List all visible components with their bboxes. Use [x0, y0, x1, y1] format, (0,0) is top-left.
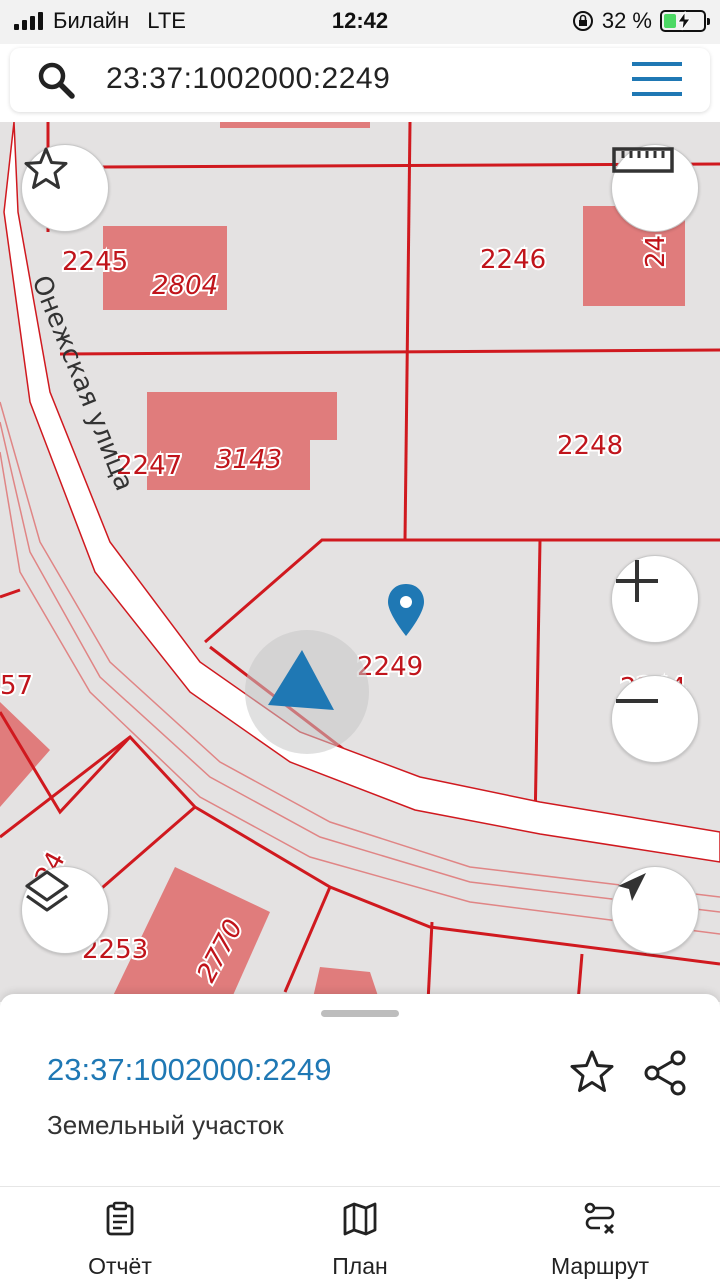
- zoom-out-button[interactable]: [611, 675, 699, 763]
- orientation-lock-icon: [572, 11, 593, 31]
- navigate-icon: [618, 873, 646, 901]
- tab-report-label: Отчёт: [88, 1253, 152, 1279]
- plot-label-2248[interactable]: 2248: [555, 429, 625, 463]
- plot-label-3143[interactable]: 3143: [214, 443, 284, 477]
- battery-icon: [660, 10, 710, 32]
- map-plan-icon: [343, 1202, 377, 1236]
- carrier-name: Билайн: [53, 8, 130, 33]
- my-location-button[interactable]: [611, 866, 699, 954]
- zoom-in-icon: [616, 560, 658, 602]
- status-left: Билайн LTE: [14, 8, 186, 34]
- search-bar[interactable]: 23:37:1002000:2249: [10, 48, 710, 112]
- plot-label-2804[interactable]: 2804: [150, 269, 220, 303]
- report-clipboard-icon: [106, 1201, 134, 1236]
- star-icon: [24, 147, 68, 189]
- route-icon: [584, 1202, 615, 1234]
- plot-label-partial-right[interactable]: 24: [639, 233, 673, 270]
- network-type: LTE: [147, 8, 186, 33]
- status-bar: Билайн LTE 12:42 32 %: [0, 0, 720, 44]
- search-input[interactable]: 23:37:1002000:2249: [106, 62, 390, 96]
- object-info-sheet[interactable]: 23:37:1002000:2249 Земельный участок: [0, 994, 720, 1186]
- cadastral-map[interactable]: 2245 2804 2246 2247 3143 2248 2249 2244 …: [0, 122, 720, 1002]
- plot-label-2245[interactable]: 2245: [60, 245, 130, 279]
- cadastral-number[interactable]: 23:37:1002000:2249: [47, 1052, 331, 1088]
- zoom-in-button[interactable]: [611, 555, 699, 643]
- share-icon[interactable]: [640, 1048, 690, 1098]
- plot-label-partial-left[interactable]: 57: [0, 669, 35, 703]
- favorite-map-button[interactable]: [21, 144, 109, 232]
- status-right: 32 %: [572, 8, 710, 34]
- ruler-icon: [612, 147, 674, 173]
- object-type: Земельный участок: [47, 1110, 284, 1140]
- tab-plan[interactable]: План: [240, 1187, 480, 1280]
- tab-plan-label: План: [332, 1253, 388, 1279]
- signal-strength-icon: [14, 12, 43, 30]
- sheet-drag-handle[interactable]: [321, 1010, 399, 1017]
- star-icon[interactable]: [568, 1048, 616, 1096]
- battery-percent: 32 %: [601, 8, 652, 33]
- layers-icon: [25, 870, 69, 912]
- plot-label-2246[interactable]: 2246: [478, 243, 548, 277]
- tab-route[interactable]: Маршрут: [480, 1187, 720, 1280]
- tab-route-label: Маршрут: [550, 1253, 650, 1279]
- ruler-button[interactable]: [611, 144, 699, 232]
- tab-report[interactable]: Отчёт: [0, 1187, 240, 1280]
- zoom-out-icon: [616, 699, 658, 703]
- location-pin-icon[interactable]: [388, 584, 424, 636]
- search-icon[interactable]: [36, 60, 76, 100]
- layers-button[interactable]: [21, 866, 109, 954]
- bottom-tab-bar: Отчёт План Маршрут: [0, 1186, 720, 1280]
- hamburger-menu-icon[interactable]: [632, 62, 682, 98]
